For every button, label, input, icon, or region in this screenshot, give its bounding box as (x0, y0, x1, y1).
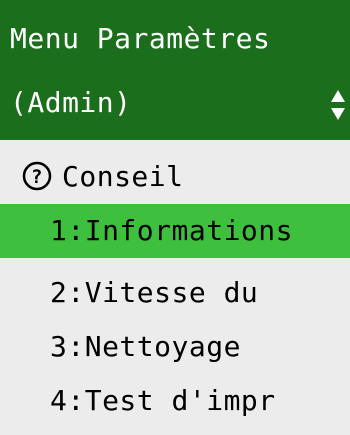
menu-subtitle: (Admin) (10, 86, 132, 119)
tip-label: Conseil (62, 160, 184, 193)
menu-item-label: 2:Vitesse du (50, 276, 259, 309)
up-down-arrows-icon[interactable] (330, 88, 346, 122)
menu-item-label: 3:Nettoyage (50, 330, 241, 363)
question-circle-icon: ? (22, 161, 52, 191)
svg-text:?: ? (31, 166, 43, 188)
menu-header: Menu Paramètres (Admin) (0, 0, 350, 140)
menu-item-vitesse[interactable]: 2:Vitesse du (0, 266, 350, 320)
menu-title: Menu Paramètres (10, 22, 271, 55)
menu-item-label: 4:Test d'impr (50, 384, 276, 417)
settings-menu-screen: Menu Paramètres (Admin) ? Conseil 1:Info… (0, 0, 350, 435)
menu-item-nettoyage[interactable]: 3:Nettoyage (0, 320, 350, 374)
menu-item-informations[interactable]: 1:Informations (0, 204, 350, 258)
menu-item-label: 1:Informations (50, 214, 294, 247)
tip-row[interactable]: ? Conseil (0, 150, 350, 204)
menu-item-test-impression[interactable]: 4:Test d'impr (0, 374, 350, 428)
